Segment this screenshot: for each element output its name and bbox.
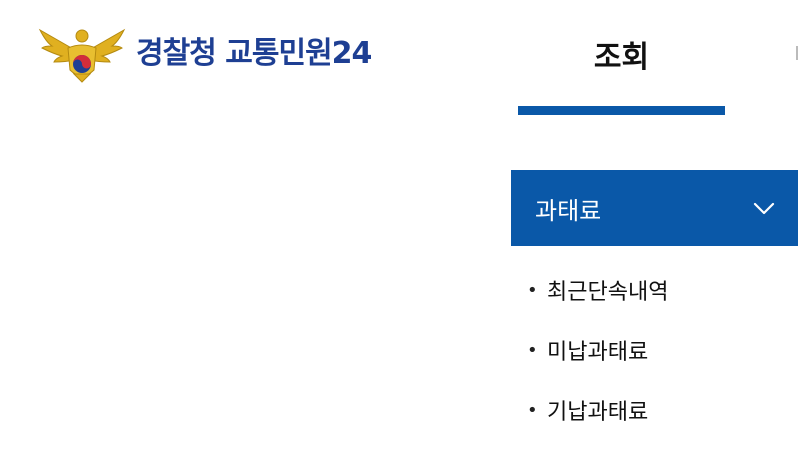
menu-header-label: 과태료 — [535, 196, 602, 225]
submenu-item-label: 기납과태료 — [547, 400, 649, 425]
bullet-icon: • — [527, 399, 538, 421]
submenu-item-label: 미납과태료 — [547, 340, 649, 365]
submenu-item-unpaid-fines[interactable]: • 미납과태료 — [511, 320, 798, 380]
menu-header-fine[interactable]: 과태료 — [511, 170, 798, 246]
active-tab-indicator — [518, 106, 725, 115]
submenu-list: • 최근단속내역 • 미납과태료 • 기납과태료 — [511, 260, 798, 440]
nav-tab-label: 조회 — [593, 40, 650, 75]
chevron-down-icon[interactable] — [752, 196, 776, 220]
submenu-item-paid-fines[interactable]: • 기납과태료 — [511, 380, 798, 440]
logo-service-text: 교통민원24 — [225, 36, 372, 71]
submenu-item-label: 최근단속내역 — [547, 280, 669, 305]
nav-tab-inquiry[interactable]: 조회 — [518, 22, 725, 115]
submenu-item-recent-violations[interactable]: • 최근단속내역 — [511, 260, 798, 320]
police-emblem-icon — [38, 28, 126, 83]
bullet-icon: • — [527, 279, 538, 301]
bullet-icon: • — [527, 339, 538, 361]
next-nav-edge — [796, 46, 798, 60]
site-logo[interactable]: 경찰청 교통민원24 — [36, 24, 416, 84]
logo-agency-text: 경찰청 — [136, 36, 217, 71]
logo-text: 경찰청 교통민원24 — [136, 24, 372, 84]
